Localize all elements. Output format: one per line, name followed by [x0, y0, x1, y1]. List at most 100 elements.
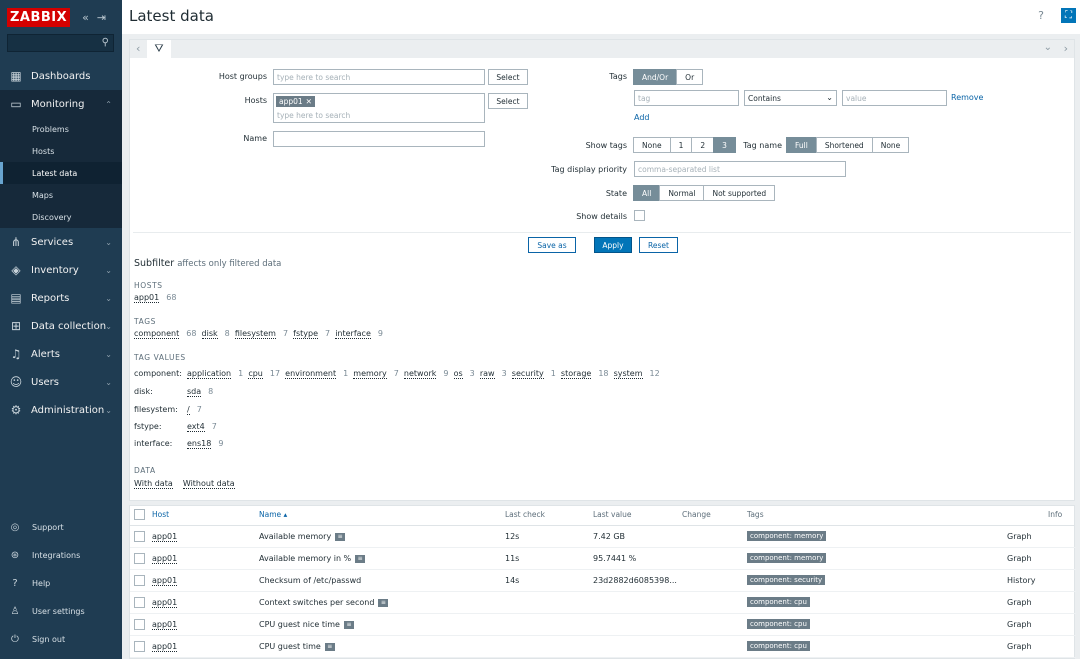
row-tag[interactable]: component: cpu [747, 641, 810, 651]
row-checkbox[interactable] [134, 641, 145, 652]
tag-value-item[interactable]: security [511, 369, 544, 379]
tag-name-shortened[interactable]: Shortened [815, 137, 873, 153]
sidebar-search-input[interactable]: ⚲ [7, 34, 114, 52]
tag-value-item[interactable]: / [187, 405, 190, 415]
row-checkbox[interactable] [134, 597, 145, 608]
row-tag[interactable]: component: cpu [747, 619, 810, 629]
state-not-supported[interactable]: Not supported [703, 185, 776, 201]
description-icon[interactable]: ≡ [335, 532, 346, 541]
close-icon[interactable]: ✕ [306, 97, 312, 106]
hosts-select-button[interactable]: Select [488, 93, 528, 109]
row-item-name-text[interactable]: CPU guest time [259, 642, 321, 651]
row-host[interactable]: app01 [152, 620, 178, 630]
tag-value-item[interactable]: ens18 [187, 439, 212, 449]
row-item-name[interactable]: Checksum of /etc/passwd [259, 576, 361, 585]
tag-name-full[interactable]: Full [786, 137, 817, 153]
row-tag[interactable]: component: memory [747, 553, 827, 563]
hide-sidebar-icon[interactable]: ⇥ [97, 11, 106, 24]
description-icon[interactable]: ≡ [378, 598, 389, 607]
tag-value-item[interactable]: os [453, 369, 463, 379]
menu-integrations[interactable]: ⊛ Integrations [0, 541, 122, 569]
row-host[interactable]: app01 [152, 598, 178, 608]
subfilter-host-item[interactable]: app01 [134, 293, 160, 303]
hosts-input[interactable]: app01 ✕ type here to search [273, 93, 485, 123]
row-item-name-text[interactable]: Context switches per second [259, 598, 374, 607]
tags-or-option[interactable]: Or [676, 69, 704, 85]
row-tag[interactable]: component: memory [747, 531, 827, 541]
kiosk-mode-icon[interactable]: ⛶ [1061, 8, 1076, 23]
menu-dashboards[interactable]: ▦ Dashboards [0, 62, 122, 90]
row-host[interactable]: app01 [152, 554, 178, 564]
row-graph-link[interactable]: Graph [1007, 554, 1032, 563]
row-graph-link[interactable]: Graph [1007, 620, 1032, 629]
tag-value-item[interactable]: storage [560, 369, 592, 379]
menu-sign-out[interactable]: ⏻ Sign out [0, 625, 122, 653]
row-item-name-text[interactable]: CPU guest nice time [259, 620, 340, 629]
submenu-latest-data[interactable]: Latest data [0, 162, 122, 184]
state-all[interactable]: All [633, 185, 661, 201]
add-tag-link[interactable]: Add [634, 113, 650, 122]
tag-value-item[interactable]: sda [187, 387, 202, 397]
tag-operator-select[interactable]: Contains ⌄ [744, 90, 837, 106]
show-tags-1[interactable]: 1 [669, 137, 693, 153]
search-icon[interactable]: ⚲ [102, 37, 109, 48]
with-data-filter[interactable]: With data [134, 479, 173, 489]
state-normal[interactable]: Normal [659, 185, 705, 201]
subfilter-tag-item[interactable]: fstype [293, 329, 318, 339]
show-tags-none[interactable]: None [633, 137, 671, 153]
save-as-button[interactable]: Save as [528, 237, 576, 253]
row-checkbox[interactable] [134, 575, 145, 586]
name-input[interactable] [273, 131, 485, 147]
show-tags-3[interactable]: 3 [713, 137, 736, 153]
row-history-link[interactable]: History [1007, 576, 1035, 585]
filter-icon[interactable]: ⛛ [147, 40, 171, 58]
tag-input[interactable]: tag [634, 90, 739, 106]
chevron-right-icon[interactable]: › [1064, 42, 1068, 55]
zabbix-logo[interactable]: ZABBIX [7, 7, 71, 27]
tag-value-item[interactable]: memory [353, 369, 387, 379]
menu-data-collection[interactable]: ⊞ Data collection ⌄ [0, 312, 122, 340]
row-checkbox[interactable] [134, 531, 145, 542]
apply-button[interactable]: Apply [594, 237, 632, 253]
menu-inventory[interactable]: ◈ Inventory ⌄ [0, 256, 122, 284]
row-tag[interactable]: component: cpu [747, 597, 810, 607]
row-host[interactable]: app01 [152, 532, 178, 542]
select-all-checkbox[interactable] [134, 509, 145, 520]
without-data-filter[interactable]: Without data [182, 479, 235, 489]
column-name[interactable]: Name ▴ [259, 510, 287, 519]
description-icon[interactable]: ≡ [324, 642, 335, 651]
submenu-hosts[interactable]: Hosts [0, 140, 122, 162]
help-icon[interactable]: ? [1038, 9, 1044, 22]
tag-name-none[interactable]: None [871, 137, 910, 153]
row-host[interactable]: app01 [152, 576, 178, 586]
tag-value-item[interactable]: network [403, 369, 437, 379]
collapse-sidebar-icon[interactable]: « [82, 11, 89, 24]
show-details-checkbox[interactable] [634, 210, 645, 221]
row-host[interactable]: app01 [152, 642, 178, 652]
tag-value-item[interactable]: ext4 [187, 422, 205, 432]
description-icon[interactable]: ≡ [355, 554, 366, 563]
row-tag[interactable]: component: security [747, 575, 826, 585]
tag-value-input[interactable]: value [842, 90, 947, 106]
description-icon[interactable]: ≡ [343, 620, 354, 629]
tag-value-item[interactable]: cpu [248, 369, 263, 379]
menu-help[interactable]: ? Help [0, 569, 122, 597]
reset-button[interactable]: Reset [639, 237, 678, 253]
subfilter-tag-item[interactable]: interface [335, 329, 371, 339]
row-graph-link[interactable]: Graph [1007, 598, 1032, 607]
tags-andor-option[interactable]: And/Or [633, 69, 678, 85]
tag-priority-input[interactable]: comma-separated list [634, 161, 846, 177]
row-checkbox[interactable] [134, 619, 145, 630]
menu-users[interactable]: ☺ Users ⌄ [0, 368, 122, 396]
host-groups-input[interactable]: type here to search [273, 69, 485, 85]
menu-monitoring[interactable]: ▭ Monitoring ⌃ [0, 90, 122, 118]
tag-value-item[interactable]: application [187, 369, 232, 379]
host-chip[interactable]: app01 ✕ [276, 96, 315, 107]
row-graph-link[interactable]: Graph [1007, 642, 1032, 651]
subfilter-tag-item[interactable]: filesystem [234, 329, 276, 339]
row-item-name-text[interactable]: Available memory [259, 532, 331, 541]
menu-user-settings[interactable]: ♙ User settings [0, 597, 122, 625]
submenu-discovery[interactable]: Discovery [0, 206, 122, 228]
show-tags-2[interactable]: 2 [691, 137, 715, 153]
chevron-left-icon[interactable]: ‹ [136, 42, 140, 55]
